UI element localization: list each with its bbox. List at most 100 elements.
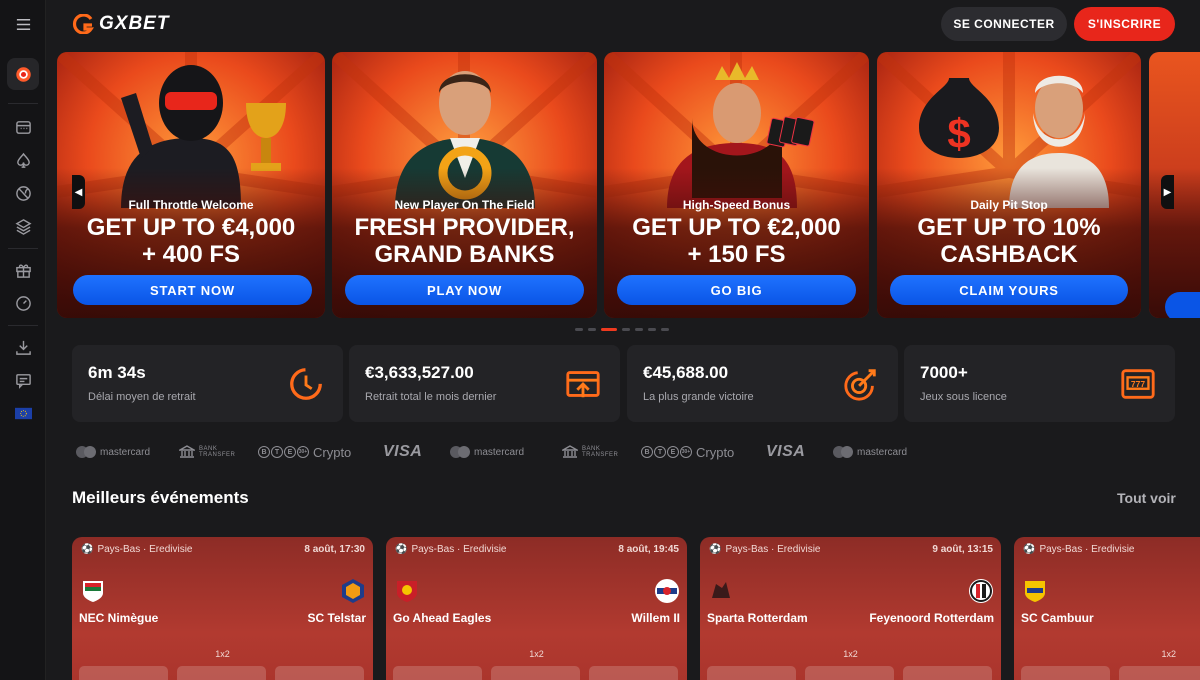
event-league: ⚽ Pays-Bas · Eredivisie [709,544,821,555]
chevron-left-icon: ◀ [74,186,83,198]
chevron-right-icon: ▶ [1163,186,1172,198]
promo-subtitle: Full Throttle Welcome [128,198,254,212]
brand-logo[interactable]: GXBET [72,12,169,36]
carousel-prev-button[interactable]: ◀ [72,175,85,209]
chat-icon[interactable] [7,364,39,396]
slot-machine-icon: 777 [1121,369,1155,399]
payment-bank-transfer: BANK TRANSFER [562,443,618,461]
see-all-link[interactable]: Tout voir [1117,490,1176,506]
bank-icon [562,445,578,458]
slots-icon[interactable] [7,111,39,143]
clock-icon [290,368,322,400]
sidebar [0,0,46,680]
carousel-dot[interactable] [575,328,583,331]
carousel-dot-active[interactable] [601,328,617,331]
svg-text:777: 777 [1131,379,1146,389]
signup-button[interactable]: S'INSCRIRE [1074,7,1175,41]
odd-button-1[interactable] [707,666,796,680]
svg-text:$: $ [947,110,970,157]
away-team-crest-icon [969,579,993,603]
brand-name: GXBET [99,13,170,34]
odd-button-2[interactable] [903,666,992,680]
market-label: 1x2 [215,649,230,659]
mastercard-icon [450,446,470,458]
promo-cta-button[interactable]: GO BIG [617,275,856,305]
stat-label: Délai moyen de retrait [88,391,196,403]
gift-icon[interactable] [7,254,39,286]
odd-button-x[interactable] [491,666,580,680]
event-date: 9 août, 13:15 [932,544,993,555]
download-icon[interactable] [7,331,39,363]
promo-subtitle: High-Speed Bonus [682,198,791,212]
promo-subtitle: Daily Pit Stop [970,198,1048,212]
payment-mastercard: mastercard [76,443,150,461]
promo-cta-button[interactable]: PLAY NOW [345,275,584,305]
stat-value: 7000+ [920,363,968,382]
event-league: ⚽ Pays-Bas · Eredivisie [81,544,193,555]
mastercard-icon [76,446,96,458]
carousel-dot[interactable] [622,328,630,331]
odd-button-x[interactable] [177,666,266,680]
home-team-crest-icon [1025,581,1045,602]
promo-card[interactable]: Full Throttle Welcome GET UP TO €4,000 + … [57,52,325,318]
ball-icon[interactable] [7,177,39,209]
stat-value: €45,688.00 [643,363,729,382]
home-team-name: Go Ahead Eagles [393,611,492,625]
home-team-crest-icon [83,581,103,602]
event-league: ⚽ Pays-Bas · Eredivisie [395,544,507,555]
payment-mastercard: mastercard [450,443,524,461]
event-date: 8 août, 19:45 [618,544,679,555]
casino-chip-icon[interactable] [7,58,39,90]
away-team-crest-icon [342,579,364,603]
carousel-dot[interactable] [588,328,596,331]
carousel-next-button[interactable]: ▶ [1161,175,1174,209]
odd-button-x[interactable] [805,666,894,680]
promo-card[interactable]: $ Daily Pit Stop GET UP TO 10% CASHBACK C… [877,52,1141,318]
odd-button-1[interactable] [79,666,168,680]
menu-icon[interactable] [7,8,39,40]
away-team-name: Feyenoord Rotterdam [869,611,994,625]
carousel-indicator [575,328,669,331]
event-card[interactable]: ⚽ Pays-Bas · Eredivisie 9 août, 13:15 Spa… [700,537,1001,680]
promo-card[interactable]: High-Speed Bonus GET UP TO €2,000 + 150 F… [604,52,869,318]
market-label: 1x2 [1161,649,1176,659]
promo-cta-button[interactable]: START NOW [73,275,312,305]
promo-headline: GET UP TO 10% CASHBACK [917,214,1101,268]
soccer-ball-icon: ⚽ [1023,544,1036,555]
soccer-ball-icon: ⚽ [81,544,94,555]
away-team-name: SC Telstar [307,611,366,625]
soccer-ball-icon: ⚽ [395,544,408,555]
payment-crypto: B T E 30+ Crypto [641,443,734,461]
payment-visa: VISA [766,443,806,460]
spade-icon[interactable] [7,144,39,176]
target-icon [844,369,876,401]
event-card[interactable]: ⚽ Pays-Bas · Eredivisie SC Cambuur 1x2 [1014,537,1200,680]
away-team-name: Willem II [631,611,680,625]
odd-button-x[interactable] [1119,666,1200,680]
event-card[interactable]: ⚽ Pays-Bas · Eredivisie 8 août, 17:30 NEC… [72,537,373,680]
carousel-dot[interactable] [648,328,656,331]
stat-card: €3,633,527.00 Retrait total le mois dern… [349,345,620,422]
promo-card[interactable]: New Player On The Field FRESH PROVIDER, G… [332,52,597,318]
home-team-crest-icon [712,582,730,598]
payment-bank-transfer: BANK TRANSFER [179,443,235,461]
carousel-dot[interactable] [635,328,643,331]
crypto-coins-icon: B T E 30+ [641,446,692,458]
odd-button-2[interactable] [589,666,678,680]
event-card[interactable]: ⚽ Pays-Bas · Eredivisie 8 août, 19:45 Go … [386,537,687,680]
promo-cta-button[interactable]: CLAIM YOURS [890,275,1128,305]
odd-button-2[interactable] [275,666,364,680]
layers-icon[interactable] [7,210,39,242]
promo-card-peek[interactable] [1149,52,1200,318]
promo-headline: FRESH PROVIDER, GRAND BANKS [354,214,575,268]
stat-card: €45,688.00 La plus grande victoire [627,345,898,422]
gauge-icon[interactable] [7,287,39,319]
events-section-title: Meilleurs événements [72,488,249,507]
odd-button-1[interactable] [1021,666,1110,680]
carousel-dot[interactable] [661,328,669,331]
login-button[interactable]: SE CONNECTER [941,7,1067,41]
eu-flag-icon[interactable] [7,397,39,429]
market-label: 1x2 [529,649,544,659]
odd-button-1[interactable] [393,666,482,680]
crypto-coins-icon: B T E 30+ [258,446,309,458]
